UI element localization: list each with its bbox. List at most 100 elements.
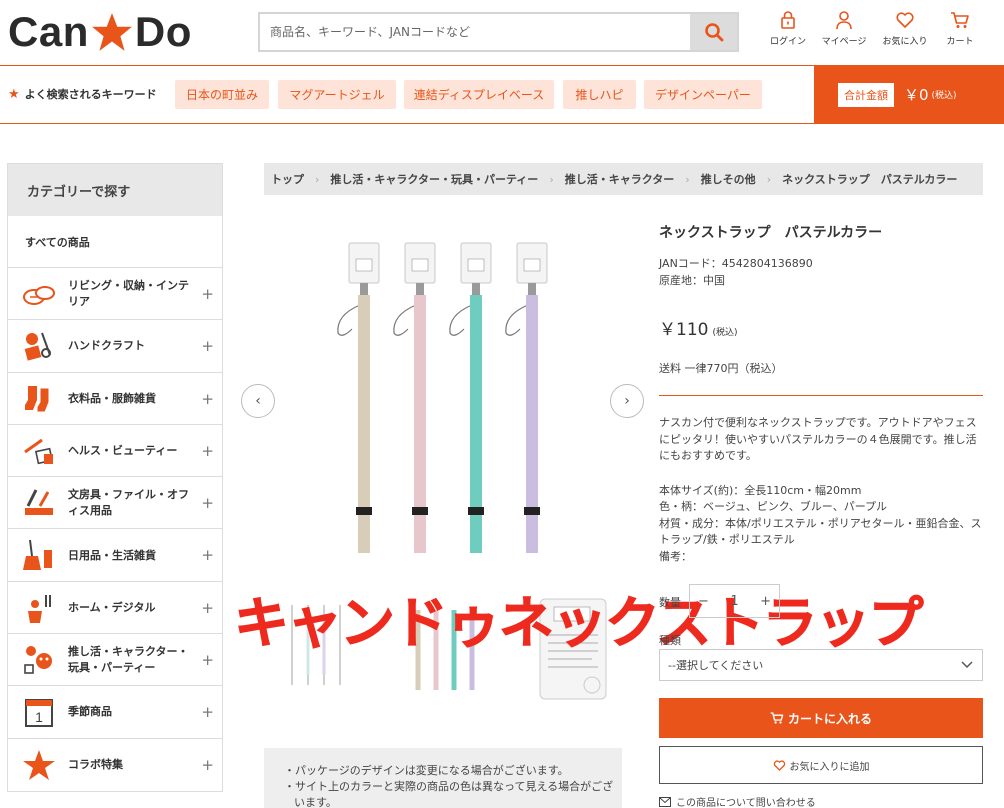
strap-buckle bbox=[468, 507, 484, 515]
strap-barcode bbox=[467, 258, 485, 272]
search-input[interactable] bbox=[260, 14, 690, 50]
logo[interactable]: Can Do bbox=[8, 8, 192, 55]
variant-select[interactable]: --選択してください bbox=[659, 649, 983, 681]
living-icon bbox=[23, 286, 55, 305]
star-icon bbox=[23, 749, 55, 780]
sidebar-item-label: ハンドクラフト bbox=[68, 339, 145, 353]
search-button[interactable] bbox=[690, 14, 737, 50]
total-tax: (税込) bbox=[931, 91, 957, 101]
add-to-favorites-button[interactable]: お気に入りに追加 bbox=[659, 746, 983, 784]
heart-icon bbox=[896, 12, 914, 28]
stationery-icon bbox=[25, 489, 53, 516]
keyword-title: ★ よく検索されるキーワード bbox=[8, 86, 157, 102]
mail-icon bbox=[659, 796, 671, 807]
chevron-right-icon: › bbox=[549, 172, 554, 186]
cart-icon bbox=[951, 12, 969, 28]
sidebar-item-household[interactable]: 日用品・生活雑貨 + bbox=[8, 529, 222, 582]
keyword-chip[interactable]: デザインペーパー bbox=[644, 80, 762, 109]
search-bar bbox=[258, 12, 739, 52]
sidebar-item-handcraft[interactable]: ハンドクラフト + bbox=[8, 320, 222, 373]
logo-text-right: Do bbox=[134, 8, 192, 55]
category-sidebar: カテゴリーで探す すべての商品 リビング・収納・インテリア + ハンドクラフト … bbox=[7, 163, 223, 792]
expand-icon[interactable]: + bbox=[201, 285, 214, 303]
mypage-link[interactable]: マイページ bbox=[818, 10, 870, 54]
keyword-chip[interactable]: マグアートジェル bbox=[278, 80, 396, 109]
sidebar-item-all[interactable]: すべての商品 bbox=[8, 216, 222, 268]
price-value: ￥110 bbox=[659, 320, 709, 340]
spec-line: 備考： bbox=[659, 549, 692, 563]
cart-link[interactable]: カート bbox=[934, 10, 986, 54]
keyword-chip[interactable]: 日本の町並み bbox=[175, 80, 269, 109]
sidebar-item-label: 衣料品・服飾雑貨 bbox=[68, 391, 156, 405]
spec-line: 色・柄：ベージュ、ピンク、ブルー、パープル bbox=[659, 500, 888, 513]
expand-icon[interactable]: + bbox=[201, 442, 214, 460]
expand-icon[interactable]: + bbox=[201, 390, 214, 408]
note-line: ・パッケージのデザインは変更になる場合がございます。 bbox=[284, 764, 569, 777]
variant-label: 種類 bbox=[659, 634, 681, 647]
price-tax: (税込) bbox=[712, 328, 738, 338]
breadcrumb-item[interactable]: 推し活・キャラクター・玩具・パーティー bbox=[330, 171, 538, 187]
quantity-stepper[interactable]: − 1 + bbox=[689, 584, 780, 618]
strap-clasp bbox=[360, 283, 368, 295]
expand-icon[interactable]: + bbox=[201, 337, 214, 355]
clothing-icon bbox=[25, 385, 50, 413]
breadcrumb-item: ネックストラップ パステルカラー bbox=[782, 173, 958, 186]
cart-total[interactable]: 合計金額 ￥0 (税込) bbox=[814, 66, 1004, 123]
sidebar-item-home-digital[interactable]: ホーム・デジタル + bbox=[8, 582, 222, 635]
add-to-cart-button[interactable]: カートに入れる bbox=[659, 698, 983, 738]
keyword-chip[interactable]: 連結ディスプレイベース bbox=[404, 80, 554, 109]
expand-icon[interactable]: + bbox=[201, 703, 214, 721]
logo-text-left: Can bbox=[8, 8, 89, 55]
favorites-link[interactable]: お気に入り bbox=[879, 10, 931, 54]
strap-buckle bbox=[524, 507, 540, 515]
product-description: ナスカン付で便利なネックストラップです。アウトドアやフェスにピッタリ！使いやすい… bbox=[659, 415, 985, 565]
quantity-plus-button[interactable]: + bbox=[760, 594, 771, 609]
sidebar-item-label: リビング・収納・インテリア bbox=[68, 279, 189, 308]
sidebar-item-seasonal[interactable]: 1 季節商品 + bbox=[8, 686, 222, 739]
total-label: 合計金額 bbox=[838, 82, 894, 107]
quantity-value[interactable]: 1 bbox=[730, 594, 738, 609]
quantity-minus-button[interactable]: − bbox=[698, 594, 709, 609]
prev-image-button[interactable]: ‹ bbox=[241, 384, 275, 418]
inquiry-link[interactable]: この商品について問い合わせる bbox=[659, 794, 816, 808]
inquiry-label: この商品について問い合わせる bbox=[676, 798, 816, 808]
chevron-right-icon: › bbox=[624, 393, 630, 409]
strap-clasp bbox=[472, 283, 480, 295]
overlay-caption: キャンドゥネックストラップ bbox=[233, 591, 923, 656]
spec-line: 本体サイズ(約)：全長110cm・幅20mm bbox=[659, 483, 862, 497]
expand-icon[interactable]: + bbox=[201, 651, 214, 669]
expand-icon[interactable]: + bbox=[201, 756, 214, 774]
login-link[interactable]: ログイン bbox=[762, 10, 814, 54]
chevron-right-icon: › bbox=[766, 172, 772, 186]
breadcrumb-item[interactable]: 推しその他 bbox=[701, 171, 756, 187]
sidebar-item-character[interactable]: 推し活・キャラクター・玩具・パーティー + bbox=[8, 634, 222, 687]
search-icon bbox=[704, 23, 723, 42]
keyword-chip[interactable]: 推しハピ bbox=[563, 80, 636, 109]
breadcrumb-item[interactable]: 推し活・キャラクター bbox=[565, 171, 675, 187]
quantity-label: 数量 bbox=[659, 596, 681, 609]
user-icon bbox=[836, 11, 852, 30]
lock-icon bbox=[781, 11, 795, 29]
mypage-label: マイページ bbox=[821, 37, 867, 47]
breadcrumb-item[interactable]: トップ bbox=[271, 171, 304, 187]
next-image-button[interactable]: › bbox=[610, 384, 644, 418]
add-to-cart-label: カートに入れる bbox=[787, 711, 872, 726]
sidebar-item-living[interactable]: リビング・収納・インテリア + bbox=[8, 268, 222, 321]
origin: 原産地：中国 bbox=[659, 274, 725, 287]
cart-icon bbox=[770, 712, 784, 724]
strap-loop bbox=[505, 304, 529, 336]
sidebar-item-label: 日用品・生活雑貨 bbox=[68, 548, 156, 562]
strap-buckle bbox=[356, 507, 372, 515]
sidebar-item-stationery[interactable]: 文房具・ファイル・オフィス用品 + bbox=[8, 477, 222, 530]
expand-icon[interactable]: + bbox=[201, 546, 214, 564]
expand-icon[interactable]: + bbox=[201, 494, 214, 512]
description-text: ナスカン付で便利なネックストラップです。アウトドアやフェスにピッタリ！使いやすい… bbox=[659, 416, 977, 462]
cart-label: カート bbox=[946, 37, 974, 47]
spec-line: 材質・成分：本体/ポリエステル・ポリアセタール・亜鉛合金、ストラップ/鉄・ポリエ… bbox=[659, 516, 982, 547]
sidebar-item-clothing[interactable]: 衣料品・服飾雑貨 + bbox=[8, 373, 222, 425]
sidebar-item-label: 推し活・キャラクター・玩具・パーティー bbox=[68, 645, 189, 675]
shipping-info: 送料 一律770円（税込） bbox=[659, 362, 783, 375]
sidebar-item-beauty[interactable]: ヘルス・ビューティー + bbox=[8, 425, 222, 478]
sidebar-item-collab[interactable]: コラボ特集 + bbox=[8, 739, 222, 791]
expand-icon[interactable]: + bbox=[201, 599, 214, 617]
